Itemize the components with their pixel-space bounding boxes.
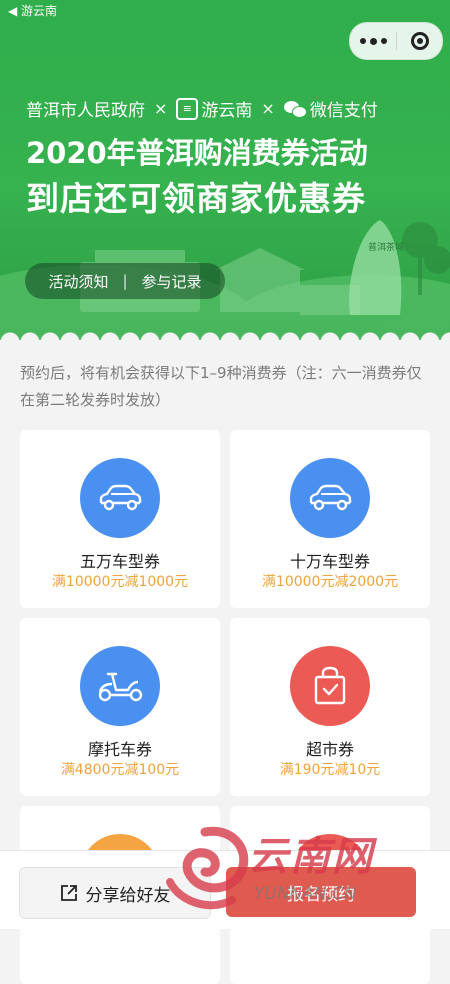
tab-activity-notice[interactable]: 活动须知 bbox=[48, 271, 108, 292]
hero-banner: ◀ 游云南 普洱市人民政府 × ≡ 游云南 × 微信支付 2020年普洱购消费券… bbox=[0, 0, 450, 340]
coupon-icon-circle bbox=[290, 646, 370, 726]
coupon-name: 超市券 bbox=[305, 740, 354, 759]
share-icon bbox=[60, 885, 77, 901]
tab-participation-records[interactable]: 参与记录 bbox=[142, 271, 202, 292]
scooter-icon bbox=[98, 672, 143, 702]
share-label: 分享给好友 bbox=[85, 885, 171, 906]
coupon-card[interactable]: 超市券 满190元减10元 bbox=[230, 618, 430, 796]
scalloped-edge bbox=[0, 322, 450, 340]
more-icon[interactable] bbox=[350, 37, 396, 45]
back-to-app-link[interactable]: ◀ 游云南 bbox=[8, 2, 57, 19]
coupon-card[interactable]: 五万车型券 满10000元减1000元 bbox=[20, 430, 220, 608]
coupon-name: 五万车型券 bbox=[79, 552, 160, 571]
you-yunnan-logo-icon: ≡ bbox=[176, 97, 199, 120]
partner-government: 普洱市人民政府 bbox=[26, 101, 145, 121]
share-to-friends-button[interactable]: 分享给好友 bbox=[19, 867, 211, 919]
coupon-icon-circle bbox=[290, 458, 370, 538]
partner-line: 普洱市人民政府 × ≡ 游云南 × 微信支付 bbox=[26, 96, 378, 121]
coupon-icon-circle bbox=[80, 646, 160, 726]
coupon-name: 摩托车券 bbox=[87, 740, 152, 759]
coupon-name: 十万车型券 bbox=[289, 552, 370, 571]
campaign-title: 2020年普洱购消费券活动 bbox=[26, 136, 368, 170]
times-icon: × bbox=[154, 99, 168, 118]
bottom-action-bar: 分享给好友 报名预约 bbox=[0, 850, 450, 929]
reserve-button[interactable]: 报名预约 bbox=[226, 867, 416, 917]
miniprogram-capsule bbox=[349, 22, 443, 60]
shopping-bag-icon bbox=[314, 666, 346, 705]
coupon-card[interactable]: 摩托车券 满4800元减100元 bbox=[20, 618, 220, 796]
partner-wechat-pay: 微信支付 bbox=[309, 101, 378, 121]
wechat-pay-logo-icon bbox=[283, 100, 307, 118]
car-icon bbox=[309, 484, 352, 511]
coupon-description: 预约后，将有机会获得以下1–9种消费券（注：六一消费券仅在第二轮发券时发放） bbox=[20, 364, 422, 409]
times-icon: × bbox=[261, 99, 275, 118]
close-miniprogram-icon[interactable] bbox=[397, 32, 442, 50]
coupon-condition: 满10000元减1000元 bbox=[51, 574, 189, 590]
coupon-condition: 满10000元减2000元 bbox=[261, 574, 399, 590]
reserve-label: 报名预约 bbox=[287, 884, 355, 905]
tab-divider: | bbox=[122, 272, 128, 290]
activity-tabs: 活动须知 | 参与记录 bbox=[25, 263, 225, 299]
partner-you-yunnan: 游云南 bbox=[201, 101, 253, 121]
coupon-condition: 满4800元减100元 bbox=[60, 762, 180, 778]
coupon-icon-circle bbox=[80, 458, 160, 538]
stone-inscription: 普洱茶城 bbox=[368, 241, 404, 253]
coupon-card[interactable]: 十万车型券 满10000元减2000元 bbox=[230, 430, 430, 608]
car-icon bbox=[99, 484, 142, 511]
coupon-condition: 满190元减10元 bbox=[279, 762, 381, 778]
